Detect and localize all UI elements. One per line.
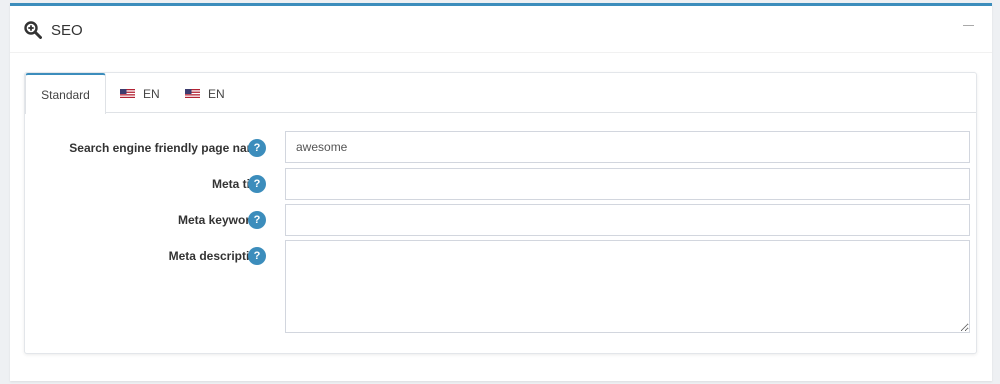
tab-label: Standard xyxy=(41,87,90,102)
help-icon[interactable]: ? xyxy=(248,211,266,229)
sename-label: Search engine friendly page name xyxy=(69,141,264,155)
meta-title-input[interactable] xyxy=(285,168,970,200)
tab-standard[interactable]: Standard xyxy=(25,73,106,114)
help-icon[interactable]: ? xyxy=(248,139,266,157)
search-plus-icon xyxy=(24,21,42,39)
tab-label: EN xyxy=(143,86,160,101)
tab-en-2[interactable]: EN xyxy=(185,73,225,114)
tab-en-1[interactable]: EN xyxy=(120,73,160,114)
seo-panel: SEO Standard EN EN Search engine friendl… xyxy=(10,3,992,381)
us-flag-icon xyxy=(120,89,135,98)
meta-keywords-input[interactable] xyxy=(285,204,970,236)
panel-header[interactable]: SEO xyxy=(10,6,992,53)
panel-title: SEO xyxy=(51,22,83,39)
seo-card: Standard EN EN Search engine friendly pa… xyxy=(24,72,977,354)
sename-input[interactable] xyxy=(285,131,970,163)
minus-icon[interactable] xyxy=(962,16,976,36)
help-icon[interactable]: ? xyxy=(248,247,266,265)
us-flag-icon xyxy=(185,89,200,98)
tab-label: EN xyxy=(208,86,225,101)
help-icon[interactable]: ? xyxy=(248,175,266,193)
meta-description-textarea[interactable] xyxy=(285,240,970,333)
language-tabs: Standard EN EN xyxy=(25,73,976,114)
